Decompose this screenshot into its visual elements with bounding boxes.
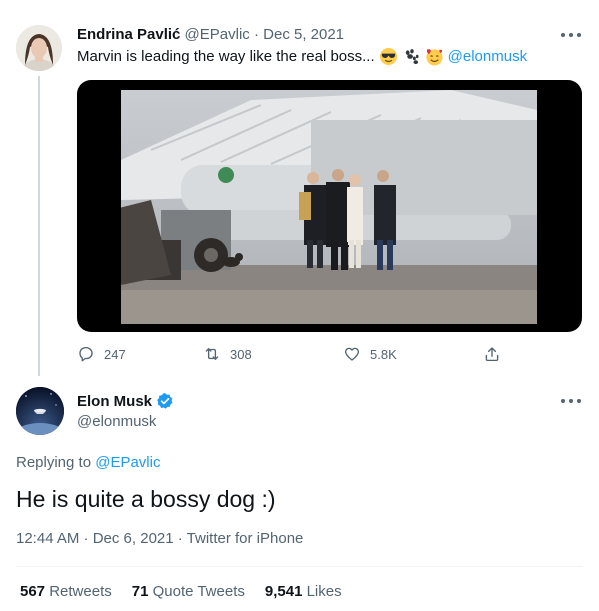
reply-button[interactable]: 247 xyxy=(77,345,126,363)
mention-link[interactable]: @elonmusk xyxy=(448,48,527,65)
replying-to-link[interactable]: @EPavlic xyxy=(95,454,160,471)
author-name[interactable]: Elon Musk xyxy=(77,393,152,410)
replying-prefix: Replying to xyxy=(16,454,92,471)
likes-count: 9,541 xyxy=(264,583,303,600)
likes-label: Likes xyxy=(306,583,342,600)
profile-photo-icon xyxy=(16,25,62,71)
tweet-text: Marvin is leading the way like the real … xyxy=(77,47,527,66)
sunglasses-emoji-icon xyxy=(379,47,397,66)
replying-to: Replying to @EPavlic xyxy=(16,454,160,471)
tweet-date[interactable]: Dec 5, 2021 xyxy=(263,26,344,43)
dot-separator: · xyxy=(253,26,259,43)
retweet-button[interactable]: 308 xyxy=(203,345,252,363)
author-name-row: Elon Musk xyxy=(77,392,174,410)
tweet-header: Endrina Pavlić @EPavlic · Dec 5, 2021 xyxy=(77,26,344,43)
avatar[interactable] xyxy=(16,387,64,435)
share-icon xyxy=(485,347,499,362)
retweets-label: Retweets xyxy=(49,583,112,600)
video-still-icon xyxy=(121,90,537,324)
heart-icon xyxy=(344,347,360,361)
avatar[interactable] xyxy=(16,25,62,71)
profile-photo-icon xyxy=(16,387,64,435)
retweets-count: 567 xyxy=(20,583,46,600)
retweet-count: 308 xyxy=(230,346,252,362)
tweet-stats: 567 Retweets 71 Quote Tweets 9,541 Likes xyxy=(20,583,342,600)
thread-connector-line xyxy=(38,76,40,376)
more-options-icon[interactable] xyxy=(561,31,581,39)
smiling-face-with-hearts-emoji-icon xyxy=(426,49,443,66)
likes-stat[interactable]: 9,541 Likes xyxy=(265,583,342,600)
tweet-body: Marvin is leading the way like the real … xyxy=(77,48,375,65)
parent-tweet[interactable]: Endrina Pavlić @EPavlic · Dec 5, 2021 Ma… xyxy=(0,0,599,380)
reply-count: 247 xyxy=(104,346,126,362)
quote-tweets-stat[interactable]: 71 Quote Tweets xyxy=(132,583,245,600)
video-thumbnail[interactable] xyxy=(121,90,537,324)
quote-tweets-count: 71 xyxy=(131,583,149,600)
author-handle[interactable]: @EPavlic xyxy=(185,26,250,43)
tweet-actions: 247 308 5.8K xyxy=(77,345,507,365)
retweet-icon xyxy=(205,348,219,360)
divider xyxy=(16,566,583,567)
tweet-video[interactable] xyxy=(77,80,582,332)
author-handle[interactable]: @elonmusk xyxy=(77,413,156,430)
main-tweet: Elon Musk @elonmusk Replying to @EPavlic… xyxy=(0,380,599,611)
like-count: 5.8K xyxy=(370,346,397,362)
more-options-icon[interactable] xyxy=(561,397,581,405)
like-button[interactable]: 5.8K xyxy=(343,345,397,363)
author-name[interactable]: Endrina Pavlić xyxy=(77,26,180,43)
tweet-timestamp[interactable]: 12:44 AM · Dec 6, 2021 · Twitter for iPh… xyxy=(16,530,303,547)
reply-icon xyxy=(79,346,93,362)
retweets-stat[interactable]: 567 Retweets xyxy=(20,583,112,600)
share-button[interactable] xyxy=(483,345,501,363)
paw-prints-emoji-icon xyxy=(405,49,419,65)
verified-badge-icon xyxy=(157,393,173,409)
quote-tweets-label: Quote Tweets xyxy=(152,583,245,600)
tweet-body: He is quite a bossy dog :) xyxy=(16,486,276,512)
